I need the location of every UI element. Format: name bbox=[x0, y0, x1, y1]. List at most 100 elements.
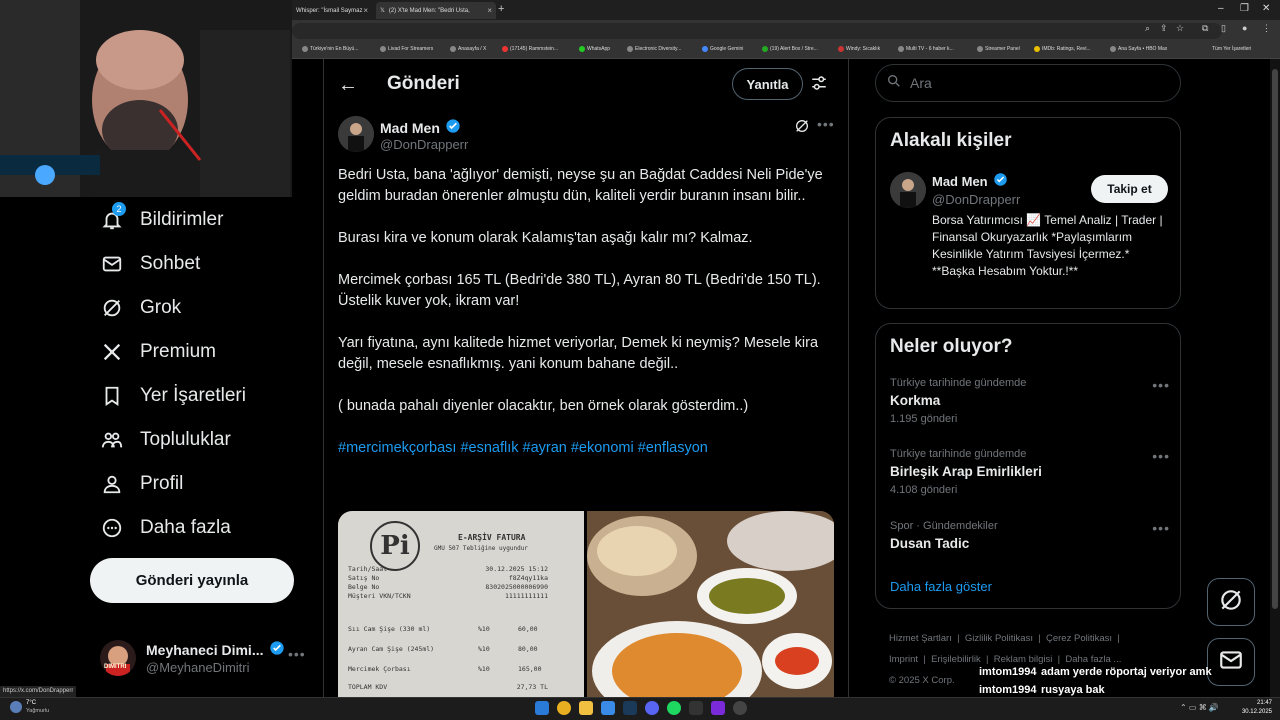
mail-icon bbox=[1218, 647, 1244, 678]
trend-item[interactable]: Spor · Gündemdekiler Dusan Tadic ••• bbox=[890, 520, 1170, 551]
bookmark[interactable]: Electronic Diversity... bbox=[627, 46, 681, 52]
avatar[interactable] bbox=[890, 172, 926, 208]
trend-item[interactable]: Türkiye tarihinde gündemde Korkma 1.195 … bbox=[890, 377, 1170, 425]
bookmark[interactable]: Ana Sayfa • HBO Max bbox=[1110, 46, 1167, 52]
food-image[interactable] bbox=[587, 511, 834, 697]
reply-button[interactable]: Yanıtla bbox=[732, 68, 803, 100]
receipt-item: Mercimek Çorbası %10 165,00 bbox=[348, 665, 542, 673]
obs-icon[interactable] bbox=[733, 701, 747, 715]
trend-item[interactable]: Türkiye tarihinde gündemde Birleşik Arap… bbox=[890, 448, 1170, 496]
footer-link[interactable]: Erişilebilirlik bbox=[931, 654, 981, 665]
nav-item-notifications[interactable]: 2 Bildirimler bbox=[100, 202, 223, 232]
nav-item-bookmarks[interactable]: Yer İşaretleri bbox=[100, 384, 246, 408]
nav-item-communities[interactable]: Topluluklar bbox=[100, 428, 231, 452]
tray-icons[interactable]: ⌃ ▭ ⌘ 🔊 bbox=[1180, 703, 1219, 712]
nav-item-grok[interactable]: Grok bbox=[100, 296, 181, 320]
card-title: Alakalı kişiler bbox=[890, 130, 1012, 151]
hashtag-link[interactable]: #mercimekçorbası bbox=[338, 438, 456, 459]
bookmark[interactable]: (19) Alert Box / Stre... bbox=[762, 46, 818, 52]
epic-icon[interactable] bbox=[689, 701, 703, 715]
scrollbar[interactable] bbox=[1270, 59, 1280, 697]
filter-icon[interactable] bbox=[810, 74, 828, 97]
bookmark[interactable]: (17145) Rammstein... bbox=[502, 46, 558, 52]
account-switcher[interactable]: DIMITRI Meyhaneci Dimi... @MeyhaneDimitr… bbox=[100, 638, 315, 678]
messages-float-button[interactable] bbox=[1207, 638, 1255, 686]
clock-time[interactable]: 21:47 bbox=[1240, 700, 1272, 706]
folder-icon[interactable] bbox=[579, 701, 593, 715]
grok-float-button[interactable] bbox=[1207, 578, 1255, 626]
mail-icon bbox=[100, 252, 124, 276]
follow-button[interactable]: Takip et bbox=[1091, 175, 1168, 203]
app-icon[interactable] bbox=[711, 701, 725, 715]
more-icon[interactable]: ••• bbox=[288, 646, 306, 662]
author-avatar[interactable] bbox=[338, 116, 374, 152]
hashtag-link[interactable]: #ekonomi bbox=[571, 438, 634, 459]
nav-item-premium[interactable]: Premium bbox=[100, 340, 216, 364]
profile-icon[interactable]: ● bbox=[1242, 23, 1247, 33]
star-icon[interactable]: ☆ bbox=[1176, 23, 1184, 34]
nav-item-profile[interactable]: Profil bbox=[100, 472, 183, 496]
scrollbar-thumb[interactable] bbox=[1272, 69, 1278, 609]
url-field[interactable] bbox=[292, 23, 1222, 39]
more-icon[interactable]: ••• bbox=[817, 116, 835, 132]
maximize-icon[interactable]: ❐ bbox=[1240, 3, 1249, 14]
author-name-row[interactable]: Mad Men bbox=[380, 118, 461, 137]
bookmark[interactable]: Anasayfa / X bbox=[450, 46, 486, 52]
menu-icon[interactable]: ⋮ bbox=[1262, 23, 1271, 34]
close-window-icon[interactable]: ✕ bbox=[1262, 3, 1270, 14]
verified-icon bbox=[445, 118, 461, 137]
bookmark[interactable]: Multi TV - 6 haber k... bbox=[898, 46, 954, 52]
sidebar-icon[interactable]: ▯ bbox=[1221, 23, 1226, 34]
footer-link[interactable]: Çerez Politikası bbox=[1046, 633, 1112, 644]
footer-link[interactable]: Imprint bbox=[889, 654, 918, 665]
nav-label: Daha fazla bbox=[140, 517, 231, 538]
bookmark[interactable]: IMDb: Ratings, Revi... bbox=[1034, 46, 1091, 52]
hashtag-link[interactable]: #enflasyon bbox=[638, 438, 708, 459]
close-icon[interactable]: × bbox=[487, 6, 492, 15]
related-name-row[interactable]: Mad Men bbox=[932, 172, 1008, 190]
trend-count: 4.108 gönderi bbox=[890, 484, 958, 496]
start-icon[interactable] bbox=[535, 701, 549, 715]
more-icon[interactable]: ••• bbox=[1152, 377, 1170, 393]
new-tab-button[interactable]: + bbox=[498, 3, 504, 15]
footer-link[interactable]: Gizlilik Politikası bbox=[965, 633, 1033, 644]
bookmark[interactable]: WhatsApp bbox=[579, 46, 610, 52]
more-icon[interactable]: ••• bbox=[1152, 448, 1170, 464]
bookmark[interactable]: Windy: Sıcaklık bbox=[838, 46, 880, 52]
footer-link[interactable]: Hizmet Şartları bbox=[889, 633, 952, 644]
chrome-icon[interactable] bbox=[557, 701, 571, 715]
author-handle[interactable]: @DonDrapperr bbox=[380, 137, 468, 152]
show-more-link[interactable]: Daha fazla göster bbox=[890, 579, 992, 594]
extensions-icon[interactable]: ⧉ bbox=[1202, 23, 1208, 34]
spotify-icon[interactable] bbox=[667, 701, 681, 715]
minimize-icon[interactable]: – bbox=[1218, 3, 1224, 14]
back-arrow-icon[interactable]: ← bbox=[338, 74, 358, 97]
nav-item-more[interactable]: Daha fazla bbox=[100, 516, 231, 540]
steam-icon[interactable] bbox=[623, 701, 637, 715]
receipt-image[interactable]: Pi E-ARŞİV FATURA GMU 507 Tebliğine uygu… bbox=[338, 511, 584, 697]
bookmark[interactable]: Livad For Streamers bbox=[380, 46, 433, 52]
more-icon[interactable]: ••• bbox=[1152, 520, 1170, 536]
bookmark[interactable]: Türkiye'nin En Büyü... bbox=[302, 46, 358, 52]
browser-tab[interactable]: Whisper: "İsmail Saymaz × bbox=[292, 2, 372, 19]
nav-label: Premium bbox=[140, 341, 217, 362]
browser-tab-active[interactable]: 𝕏 (2) X'te Mad Men: "Bedri Usta, × bbox=[376, 2, 496, 19]
trend-context: Türkiye tarihinde gündemde bbox=[890, 377, 1027, 389]
bookmark[interactable]: Streamer Panel bbox=[977, 46, 1020, 52]
bookmark-folder[interactable]: Tüm Yer İşaretleri bbox=[1212, 46, 1251, 52]
hashtag-link[interactable]: #esnaflık bbox=[460, 438, 518, 459]
app-icon[interactable] bbox=[601, 701, 615, 715]
grok-icon[interactable] bbox=[794, 118, 810, 139]
post-button[interactable]: Gönderi yayınla bbox=[90, 558, 294, 603]
search-input[interactable]: Ara bbox=[875, 64, 1181, 102]
discord-icon[interactable] bbox=[645, 701, 659, 715]
search-icon[interactable]: ⌕ bbox=[1145, 23, 1150, 34]
notification-badge: 2 bbox=[112, 202, 126, 216]
receipt-row: Belge No 8302025000006990 bbox=[348, 583, 548, 591]
hashtag-link[interactable]: #ayran bbox=[523, 438, 567, 459]
close-icon[interactable]: × bbox=[363, 6, 368, 15]
nav-item-chat[interactable]: Sohbet bbox=[100, 252, 200, 276]
share-icon[interactable]: ⇪ bbox=[1160, 23, 1168, 34]
bookmark[interactable]: Google Gemini bbox=[702, 46, 743, 52]
clock-date[interactable]: 30.12.2025 bbox=[1236, 709, 1272, 715]
